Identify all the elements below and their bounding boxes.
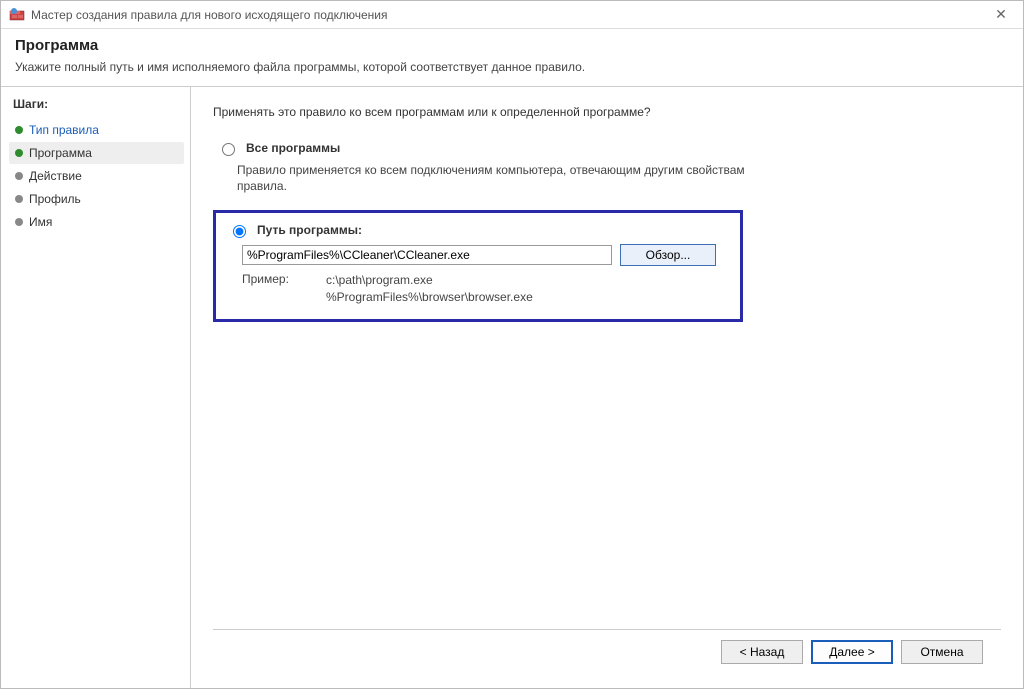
- window-title: Мастер создания правила для нового исход…: [31, 8, 987, 22]
- steps-title: Шаги:: [13, 97, 190, 111]
- bullet-icon: [15, 218, 23, 226]
- bullet-icon: [15, 126, 23, 134]
- radio-all-programs-desc: Правило применяется ко всем подключениям…: [237, 162, 757, 194]
- main-content: Применять это правило ко всем программам…: [191, 87, 1023, 688]
- radio-program-path-label: Путь программы:: [257, 223, 362, 237]
- radio-all-programs-label: Все программы: [246, 141, 340, 155]
- step-label: Профиль: [29, 192, 81, 206]
- example-values: c:\path\program.exe %ProgramFiles%\brows…: [326, 272, 533, 304]
- sidebar: Шаги: Тип правила Программа Действие Про…: [1, 87, 191, 688]
- spacer: [213, 322, 1001, 629]
- step-label: Тип правила: [29, 123, 99, 137]
- content-prompt: Применять это правило ко всем программам…: [213, 105, 1001, 119]
- step-label: Имя: [29, 215, 52, 229]
- wizard-window: Мастер создания правила для нового исход…: [0, 0, 1024, 689]
- steps-list: Тип правила Программа Действие Профиль И…: [9, 119, 190, 233]
- radio-program-path[interactable]: [233, 225, 246, 238]
- radio-all-programs-row: Все программы: [217, 141, 1001, 156]
- step-label: Действие: [29, 169, 82, 183]
- body: Шаги: Тип правила Программа Действие Про…: [1, 87, 1023, 688]
- step-program[interactable]: Программа: [9, 142, 184, 164]
- step-action[interactable]: Действие: [9, 165, 184, 187]
- radio-all-programs[interactable]: [222, 143, 235, 156]
- example-line1: c:\path\program.exe: [326, 272, 533, 288]
- header: Программа Укажите полный путь и имя испо…: [1, 29, 1023, 87]
- step-profile[interactable]: Профиль: [9, 188, 184, 210]
- path-input-row: Обзор...: [242, 244, 726, 266]
- bullet-icon: [15, 195, 23, 203]
- footer: < Назад Далее > Отмена: [213, 629, 1001, 674]
- close-icon[interactable]: ✕: [987, 6, 1015, 23]
- program-path-input[interactable]: [242, 245, 612, 265]
- firewall-icon: [9, 7, 25, 23]
- step-rule-type[interactable]: Тип правила: [9, 119, 184, 141]
- browse-button[interactable]: Обзор...: [620, 244, 716, 266]
- bullet-icon: [15, 172, 23, 180]
- page-subtitle: Укажите полный путь и имя исполняемого ф…: [15, 60, 1009, 74]
- path-example: Пример: c:\path\program.exe %ProgramFile…: [242, 272, 726, 304]
- example-label: Пример:: [242, 272, 302, 304]
- cancel-button[interactable]: Отмена: [901, 640, 983, 664]
- step-name[interactable]: Имя: [9, 211, 184, 233]
- next-button[interactable]: Далее >: [811, 640, 893, 664]
- titlebar: Мастер создания правила для нового исход…: [1, 1, 1023, 29]
- back-button[interactable]: < Назад: [721, 640, 803, 664]
- page-title: Программа: [15, 37, 1009, 54]
- example-line2: %ProgramFiles%\browser\browser.exe: [326, 289, 533, 305]
- program-path-section: Путь программы: Обзор... Пример: c:\path…: [213, 210, 743, 321]
- bullet-icon: [15, 149, 23, 157]
- radio-path-row: Путь программы:: [228, 223, 726, 238]
- step-label: Программа: [29, 146, 92, 160]
